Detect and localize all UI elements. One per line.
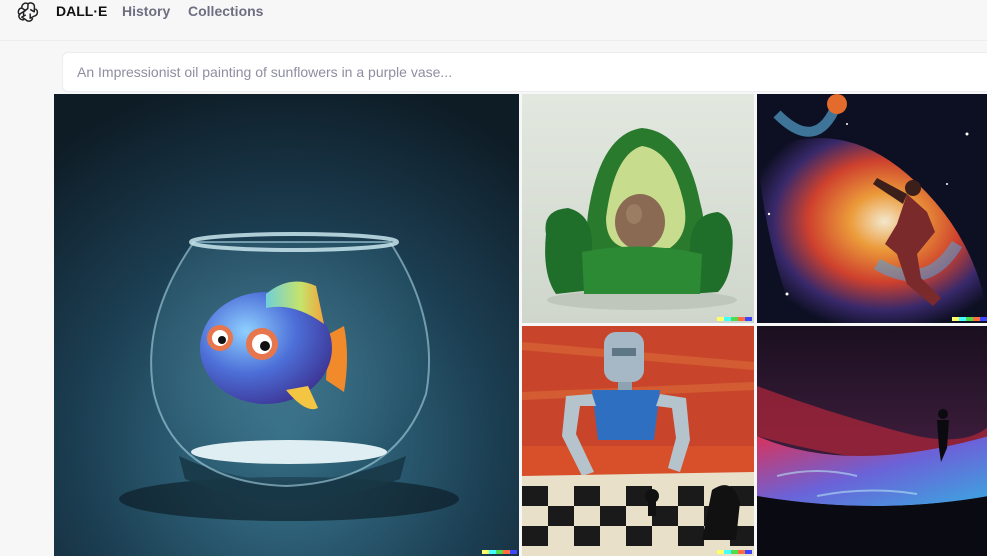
nav-collections-link[interactable]: Collections	[188, 3, 263, 19]
dalle-signature	[717, 550, 752, 554]
prompt-input[interactable]	[62, 52, 987, 92]
fish-in-bowl-image[interactable]	[54, 94, 519, 556]
dalle-signature	[717, 317, 752, 321]
avocado-armchair-image[interactable]	[522, 94, 754, 323]
nav-history-link[interactable]: History	[122, 3, 170, 19]
dalle-signature	[482, 550, 517, 554]
openai-logo-icon[interactable]	[17, 1, 39, 23]
top-navigation: DALL·E History Collections	[0, 0, 987, 41]
space-basketball-image[interactable]	[757, 94, 987, 323]
robot-chess-painting-image[interactable]	[522, 326, 754, 556]
nav-dalle-brand[interactable]: DALL·E	[56, 3, 107, 19]
dalle-signature	[952, 317, 987, 321]
wave-silhouette-image[interactable]	[757, 326, 987, 556]
